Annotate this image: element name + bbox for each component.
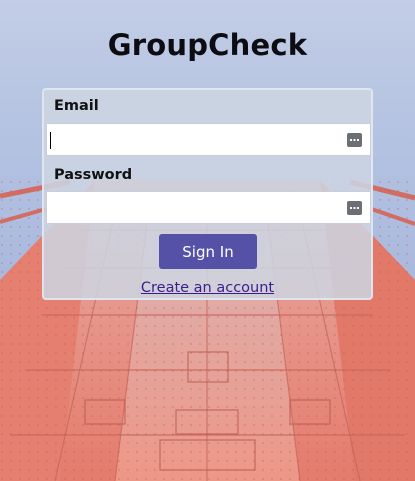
- text-cursor: [50, 132, 51, 149]
- email-field[interactable]: [46, 123, 371, 156]
- password-field[interactable]: [46, 191, 371, 224]
- app-title: GroupCheck: [107, 28, 308, 62]
- password-manager-icon[interactable]: [347, 133, 362, 147]
- password-manager-icon[interactable]: [347, 201, 362, 215]
- sign-in-button[interactable]: Sign In: [159, 234, 257, 269]
- email-label: Email: [54, 98, 99, 114]
- login-card: Email Password Sign In Create an account: [42, 88, 373, 300]
- create-account-link[interactable]: Create an account: [44, 280, 371, 296]
- password-label: Password: [54, 167, 133, 183]
